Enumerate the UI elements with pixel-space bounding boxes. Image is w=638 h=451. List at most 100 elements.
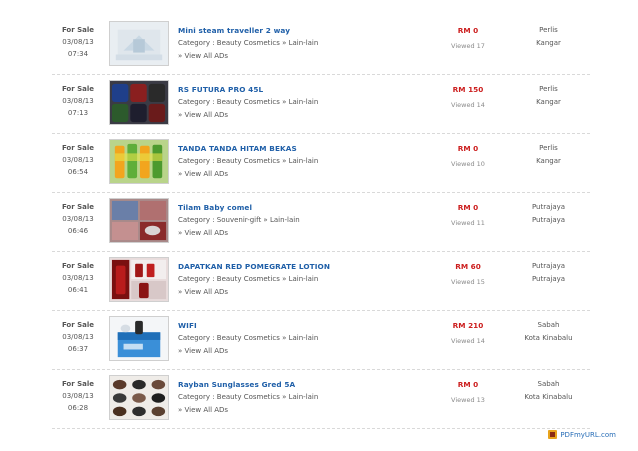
listing-category-link[interactable]: Category : Beauty Cosmetics » Lain-lain <box>178 37 368 50</box>
listing-info: Mini steam traveller 2 way Category : Be… <box>178 24 368 63</box>
listing-views: Viewed 17 <box>451 42 485 50</box>
listing-title-link[interactable]: Mini steam traveller 2 way <box>178 24 368 37</box>
listing-state: Perlis <box>539 144 558 152</box>
listing-date: 03/08/13 <box>62 97 94 105</box>
listing-price-block: RM 210 Viewed 14 <box>432 319 504 348</box>
listing-time: 06:41 <box>67 286 89 294</box>
steamer-photo[interactable] <box>109 21 169 66</box>
listing-info: WIFI Category : Beauty Cosmetics » Lain-… <box>178 319 368 358</box>
listing-price: RM 0 <box>457 26 479 35</box>
view-all-ads-link[interactable]: » View All ADs <box>178 286 368 299</box>
listing-price: RM 210 <box>452 321 484 330</box>
listing-date: 03/08/13 <box>62 38 94 46</box>
listing-category-link[interactable]: Category : Souvenir-gift » Lain-lain <box>178 214 368 227</box>
listing-date: 03/08/13 <box>62 274 94 282</box>
backpacks-photo[interactable] <box>109 80 169 125</box>
sunglasses-photo[interactable] <box>109 375 169 420</box>
listing-table: For Sale 03/08/13 07:34 Mini steam trave… <box>52 16 590 429</box>
listing-type: For Sale <box>61 321 95 329</box>
view-all-ads-link[interactable]: » View All ADs <box>178 345 368 358</box>
listing-row: For Sale 03/08/13 06:41 DAPATKAN RED POM… <box>52 252 590 311</box>
listing-meta: For Sale 03/08/13 06:28 <box>52 378 104 414</box>
listing-views: Viewed 10 <box>451 160 485 168</box>
listing-meta: For Sale 03/08/13 06:46 <box>52 201 104 237</box>
listing-title-link[interactable]: Tilam Baby comel <box>178 201 368 214</box>
listing-date: 03/08/13 <box>62 392 94 400</box>
listing-views: Viewed 15 <box>451 278 485 286</box>
listing-time: 06:37 <box>67 345 89 353</box>
listing-price-block: RM 60 Viewed 15 <box>432 260 504 289</box>
listing-price: RM 0 <box>457 203 479 212</box>
lotion-photo[interactable] <box>109 257 169 302</box>
listing-state: Sabah <box>537 321 560 329</box>
listing-views: Viewed 11 <box>451 219 485 227</box>
listing-price-block: RM 0 Viewed 11 <box>432 201 504 230</box>
listing-price-block: RM 0 Viewed 17 <box>432 24 504 53</box>
listing-location: Perlis Kangar <box>507 142 590 168</box>
listing-city: Kangar <box>536 39 561 47</box>
listing-type: For Sale <box>61 203 95 211</box>
listing-city: Putrajaya <box>531 275 566 283</box>
listing-location: Putrajaya Putrajaya <box>507 260 590 286</box>
listing-price-block: RM 150 Viewed 14 <box>432 83 504 112</box>
listing-state: Sabah <box>537 380 560 388</box>
listing-location: Sabah Kota Kinabalu <box>507 319 590 345</box>
listing-views: Viewed 14 <box>451 337 485 345</box>
listing-category-link[interactable]: Category : Beauty Cosmetics » Lain-lain <box>178 332 368 345</box>
listing-state: Perlis <box>539 85 558 93</box>
view-all-ads-link[interactable]: » View All ADs <box>178 168 368 181</box>
listing-views: Viewed 13 <box>451 396 485 404</box>
view-all-ads-link[interactable]: » View All ADs <box>178 227 368 240</box>
wifi-box-photo[interactable] <box>109 316 169 361</box>
listing-date: 03/08/13 <box>62 215 94 223</box>
listing-city: Putrajaya <box>531 216 566 224</box>
listing-time: 07:34 <box>67 50 89 58</box>
listing-title-link[interactable]: WIFI <box>178 319 368 332</box>
listing-time: 07:13 <box>67 109 89 117</box>
listing-category-link[interactable]: Category : Beauty Cosmetics » Lain-lain <box>178 273 368 286</box>
listing-title-link[interactable]: Rayban Sunglasses Gred 5A <box>178 378 368 391</box>
listing-time: 06:54 <box>67 168 89 176</box>
listing-info: Rayban Sunglasses Gred 5A Category : Bea… <box>178 378 368 417</box>
listing-price: RM 150 <box>452 85 484 94</box>
listing-row: For Sale 03/08/13 06:46 Tilam Baby comel… <box>52 193 590 252</box>
listing-type: For Sale <box>61 144 95 152</box>
listing-city: Kangar <box>536 157 561 165</box>
listing-title-link[interactable]: TANDA TANDA HITAM BEKAS <box>178 142 368 155</box>
listing-info: RS FUTURA PRO 45L Category : Beauty Cosm… <box>178 83 368 122</box>
listing-price: RM 0 <box>457 144 479 153</box>
pdfmyurl-footer-link[interactable]: PDFmyURL.com <box>548 430 616 439</box>
listing-type: For Sale <box>61 85 95 93</box>
listing-location: Perlis Kangar <box>507 24 590 50</box>
listing-category-link[interactable]: Category : Beauty Cosmetics » Lain-lain <box>178 391 368 404</box>
listing-type: For Sale <box>61 380 95 388</box>
listing-meta: For Sale 03/08/13 06:41 <box>52 260 104 296</box>
view-all-ads-link[interactable]: » View All ADs <box>178 109 368 122</box>
listing-state: Putrajaya <box>531 262 566 270</box>
listing-category-link[interactable]: Category : Beauty Cosmetics » Lain-lain <box>178 155 368 168</box>
view-all-ads-link[interactable]: » View All ADs <box>178 404 368 417</box>
listing-title-link[interactable]: DAPATKAN RED POMEGRATE LOTION <box>178 260 368 273</box>
listing-info: DAPATKAN RED POMEGRATE LOTION Category :… <box>178 260 368 299</box>
listing-state: Putrajaya <box>531 203 566 211</box>
listing-city: Kota Kinabalu <box>524 334 573 342</box>
listing-state: Perlis <box>539 26 558 34</box>
footer-label: PDFmyURL.com <box>560 430 616 439</box>
listing-meta: For Sale 03/08/13 07:13 <box>52 83 104 119</box>
listing-meta: For Sale 03/08/13 07:34 <box>52 24 104 60</box>
listing-date: 03/08/13 <box>62 156 94 164</box>
listing-row: For Sale 03/08/13 06:28 Rayban Sunglasse… <box>52 370 590 429</box>
listing-location: Putrajaya Putrajaya <box>507 201 590 227</box>
listing-title-link[interactable]: RS FUTURA PRO 45L <box>178 83 368 96</box>
listing-price: RM 0 <box>457 380 479 389</box>
listing-category-link[interactable]: Category : Beauty Cosmetics » Lain-lain <box>178 96 368 109</box>
view-all-ads-link[interactable]: » View All ADs <box>178 50 368 63</box>
listing-row: For Sale 03/08/13 06:54 TANDA TANDA HITA… <box>52 134 590 193</box>
listing-row: For Sale 03/08/13 07:13 RS FUTURA PRO 45… <box>52 75 590 134</box>
listing-type: For Sale <box>61 262 95 270</box>
mattress-photo[interactable] <box>109 198 169 243</box>
listing-info: TANDA TANDA HITAM BEKAS Category : Beaut… <box>178 142 368 181</box>
listing-price: RM 60 <box>455 262 481 271</box>
listing-time: 06:28 <box>67 404 89 412</box>
bottles-photo[interactable] <box>109 139 169 184</box>
